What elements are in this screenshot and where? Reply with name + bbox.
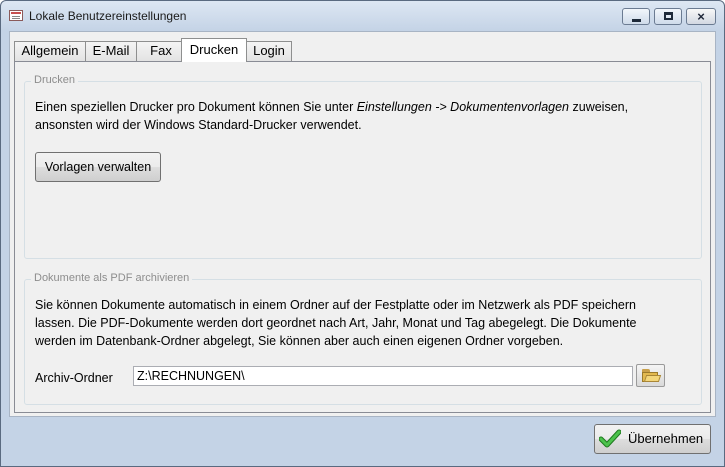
dialog-client-area: Allgemein E-Mail Fax Drucken Login Druck… (9, 31, 716, 417)
checkmark-icon (599, 429, 621, 448)
tab-login[interactable]: Login (246, 41, 292, 61)
tab-allgemein[interactable]: Allgemein (14, 41, 86, 61)
settings-window: Lokale Benutzereinstellungen × Allgemein… (0, 0, 725, 467)
pdf-text-line3: werden im Datenbank-Ordner abgelegt, Sie… (35, 334, 564, 348)
tab-drucken[interactable]: Drucken (181, 38, 247, 62)
pdf-group-label: Dokumente als PDF archivieren (31, 272, 193, 284)
app-icon (9, 10, 23, 21)
maximize-icon (664, 12, 673, 20)
tab-panel-drucken: Drucken Einen speziellen Drucker pro Dok… (14, 61, 711, 413)
drucken-text-italic: Einstellungen -> Dokumentenvorlagen (356, 100, 570, 114)
archive-folder-input[interactable]: Z:\RECHNUNGEN\ (133, 366, 633, 386)
pdf-text-line2: lassen. Die PDF-Dokumente werden dort ge… (35, 316, 637, 330)
drucken-text-part1: Einen speziellen Drucker pro Dokument kö… (35, 100, 357, 114)
title-bar[interactable]: Lokale Benutzereinstellungen × (1, 1, 724, 31)
browse-folder-button[interactable] (636, 364, 665, 387)
drucken-description: Einen speziellen Drucker pro Dokument kö… (35, 98, 695, 134)
folder-icon (642, 369, 662, 382)
maximize-button[interactable] (654, 8, 682, 25)
apply-button-label: Übernehmen (628, 431, 704, 446)
minimize-icon (632, 19, 641, 22)
manage-templates-button[interactable]: Vorlagen verwalten (35, 152, 161, 182)
pdf-text-line1: Sie können Dokumente automatisch in eine… (35, 298, 636, 312)
drucken-group: Drucken Einen speziellen Drucker pro Dok… (24, 74, 702, 259)
drucken-text-part2: zuweisen, (569, 100, 629, 114)
close-button[interactable]: × (686, 8, 716, 25)
apply-button[interactable]: Übernehmen (594, 424, 711, 454)
tab-email[interactable]: E-Mail (85, 41, 137, 61)
tab-fax[interactable]: Fax (136, 41, 186, 61)
window-title: Lokale Benutzereinstellungen (29, 9, 187, 23)
close-icon: × (697, 9, 705, 24)
pdf-description: Sie können Dokumente automatisch in eine… (35, 296, 699, 350)
drucken-group-label: Drucken (31, 74, 78, 86)
archive-folder-label: Archiv-Ordner (35, 371, 113, 385)
minimize-button[interactable] (622, 8, 650, 25)
pdf-archive-group: Dokumente als PDF archivieren Sie können… (24, 272, 702, 405)
drucken-text-line2: ansonsten wird der Windows Standard-Druc… (35, 118, 362, 132)
